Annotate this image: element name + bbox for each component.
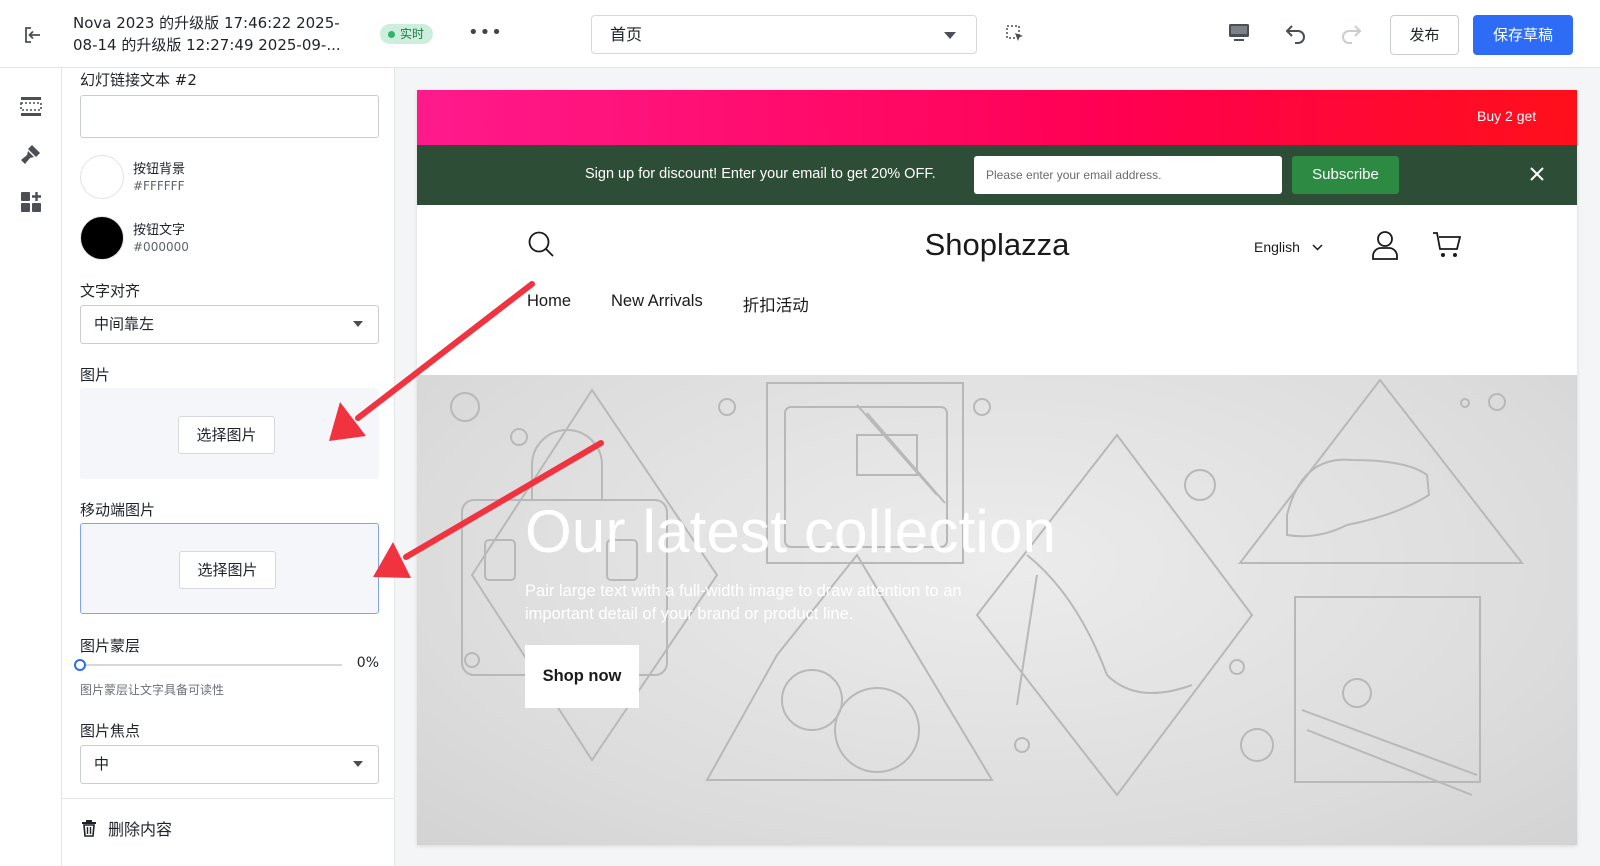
shop-now-button[interactable]: Shop now [525,645,639,708]
more-options-button[interactable]: ••• [468,22,502,46]
theme-style-brush-icon[interactable] [19,142,43,166]
store-preview: Buy 2 get Sign up for discount! Enter yo… [417,90,1577,845]
exit-editor-icon[interactable] [20,22,46,48]
hero-slideshow[interactable]: Our latest collection Pair large text wi… [417,375,1577,845]
close-icon[interactable] [1527,164,1547,189]
image-focal-select[interactable]: 中 [80,745,379,784]
store-header: Shoplazza English Home New Arrivals 折扣活动 [417,205,1577,375]
save-draft-button[interactable]: 保存草稿 [1473,15,1573,55]
trash-icon [82,820,96,837]
button-bg-value: #FFFFFF [133,179,185,193]
button-text-value: #000000 [133,240,189,254]
live-badge-label: 实时 [400,27,425,41]
hero-subtitle: Pair large text with a full-width image … [525,582,962,623]
desktop-view-icon[interactable] [1228,22,1250,48]
button-text-color-swatch[interactable] [80,216,124,260]
main-nav: Home New Arrivals 折扣活动 [527,292,809,316]
undo-icon[interactable] [1284,21,1308,49]
image-focal-label: 图片焦点 [80,722,141,740]
panel-divider [62,798,395,799]
choose-mobile-image-button[interactable]: 选择图片 [179,551,276,589]
mobile-image-picker: 选择图片 [80,523,379,614]
slide-settings-panel: 幻灯链接文本 #2 按钮背景 #FFFFFF 按钮文字 #000000 文字对齐… [62,68,395,866]
choose-image-button[interactable]: 选择图片 [178,416,275,454]
overlay-hint: 图片蒙层让文字具备可读性 [80,683,225,697]
store-logo[interactable]: Shoplazza [417,227,1577,263]
language-selector[interactable]: English [1254,239,1323,255]
subscribe-button[interactable]: Subscribe [1292,156,1399,194]
text-align-label: 文字对齐 [80,282,141,300]
language-value: English [1254,239,1300,255]
overlay-slider-track[interactable] [85,664,342,666]
slide-link-text-input[interactable] [80,95,379,138]
nav-item-home[interactable]: Home [527,292,571,316]
chevron-down-icon [944,32,956,39]
overlay-slider-handle[interactable] [74,659,86,671]
image-picker: 选择图片 [80,388,379,479]
sections-icon[interactable] [19,94,43,118]
image-focal-value: 中 [94,755,110,773]
delete-content-button[interactable]: 删除内容 [80,816,172,840]
page-selector-value: 首页 [610,25,643,44]
add-app-blocks-icon[interactable] [19,190,43,214]
newsletter-email-input[interactable] [974,156,1282,194]
chevron-down-icon [353,321,363,327]
delete-content-label: 删除内容 [108,820,173,839]
publish-button[interactable]: 发布 [1390,15,1459,55]
text-align-value: 中间靠左 [94,315,155,333]
button-bg-label: 按钮背景 [133,162,186,177]
chevron-down-icon [353,761,363,767]
element-select-icon[interactable] [1005,24,1025,48]
button-text-label: 按钮文字 [133,223,186,238]
live-dot-icon [388,30,395,38]
overlay-value: 0% [356,655,379,671]
redo-icon[interactable] [1339,21,1363,49]
image-overlay-label: 图片蒙层 [80,637,141,655]
newsletter-bar: Sign up for discount! Enter your email t… [417,145,1577,205]
text-align-select[interactable]: 中间靠左 [80,305,379,344]
theme-title: Nova 2023 的升级版 17:46:22 2025-08-14 的升级版 … [73,14,341,54]
account-icon[interactable] [1372,230,1398,265]
nav-item-discounts[interactable]: 折扣活动 [743,292,809,316]
cart-icon[interactable] [1432,231,1462,264]
announcement-text: Buy 2 get [1477,108,1537,124]
hero-title: Our latest collection [525,498,1057,565]
newsletter-text: Sign up for discount! Enter your email t… [585,166,936,182]
slide-link-text-label: 幻灯链接文本 #2 [80,71,197,89]
page-selector[interactable]: 首页 [591,15,977,54]
nav-item-new-arrivals[interactable]: New Arrivals [611,292,703,316]
live-status-badge: 实时 [380,24,434,44]
editor-topbar: Nova 2023 的升级版 17:46:22 2025-08-14 的升级版 … [0,0,1600,68]
side-icon-rail [0,68,62,866]
mobile-image-label: 移动端图片 [80,501,156,519]
announcement-bar[interactable]: Buy 2 get [417,90,1577,145]
button-bg-color-swatch[interactable] [80,155,124,199]
chevron-down-icon [1312,243,1323,251]
image-label: 图片 [80,366,111,384]
